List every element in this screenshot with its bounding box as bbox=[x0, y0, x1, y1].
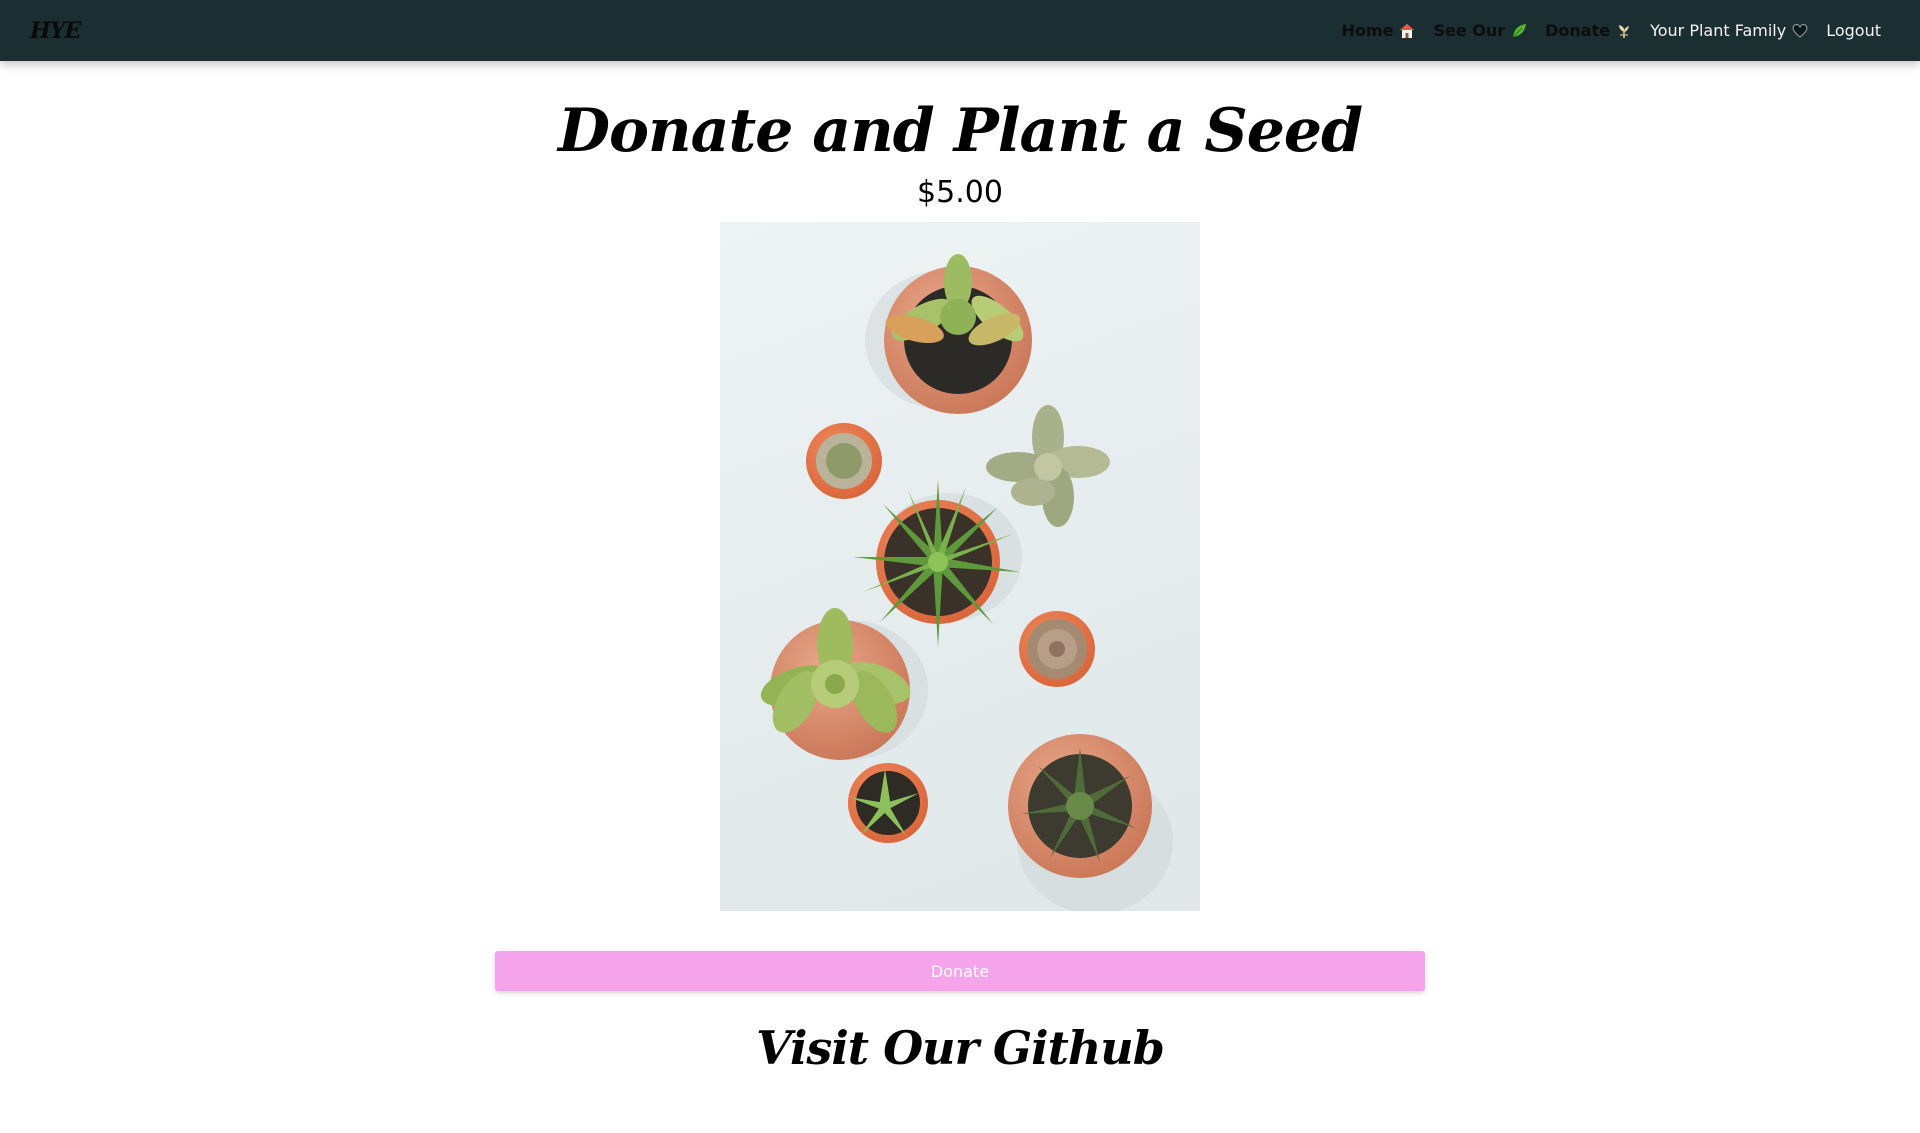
heart-icon bbox=[1792, 23, 1808, 39]
nav-home-link[interactable]: Home bbox=[1342, 21, 1416, 40]
succulents-image bbox=[720, 222, 1200, 911]
nav-see-our-label: See Our bbox=[1433, 21, 1506, 40]
nav-see-our-link[interactable]: See Our bbox=[1433, 21, 1527, 40]
top-navbar: HYE Home See Our Donate Your Plant Famil… bbox=[0, 0, 1920, 61]
nav-home-label: Home bbox=[1341, 21, 1394, 40]
nav-plant-family-link[interactable]: Your Plant Family bbox=[1650, 21, 1808, 40]
house-icon bbox=[1399, 23, 1415, 39]
seedling-icon bbox=[1616, 23, 1632, 39]
nav-donate-label: Donate bbox=[1545, 21, 1611, 40]
nav-links: Home See Our Donate Your Plant Family Lo… bbox=[1324, 21, 1881, 40]
nav-plant-family-label: Your Plant Family bbox=[1650, 21, 1787, 40]
page-title: Donate and Plant a Seed bbox=[557, 96, 1363, 166]
leaf-icon bbox=[1511, 23, 1527, 39]
github-heading[interactable]: Visit Our Github bbox=[0, 1013, 1920, 1083]
brand-logo[interactable]: HYE bbox=[30, 18, 81, 44]
nav-donate-link[interactable]: Donate bbox=[1545, 21, 1632, 40]
donation-price: $5.00 bbox=[917, 175, 1003, 210]
donate-button[interactable]: Donate bbox=[495, 951, 1425, 991]
nav-logout-label: Logout bbox=[1826, 21, 1881, 40]
nav-logout-link[interactable]: Logout bbox=[1826, 21, 1881, 40]
